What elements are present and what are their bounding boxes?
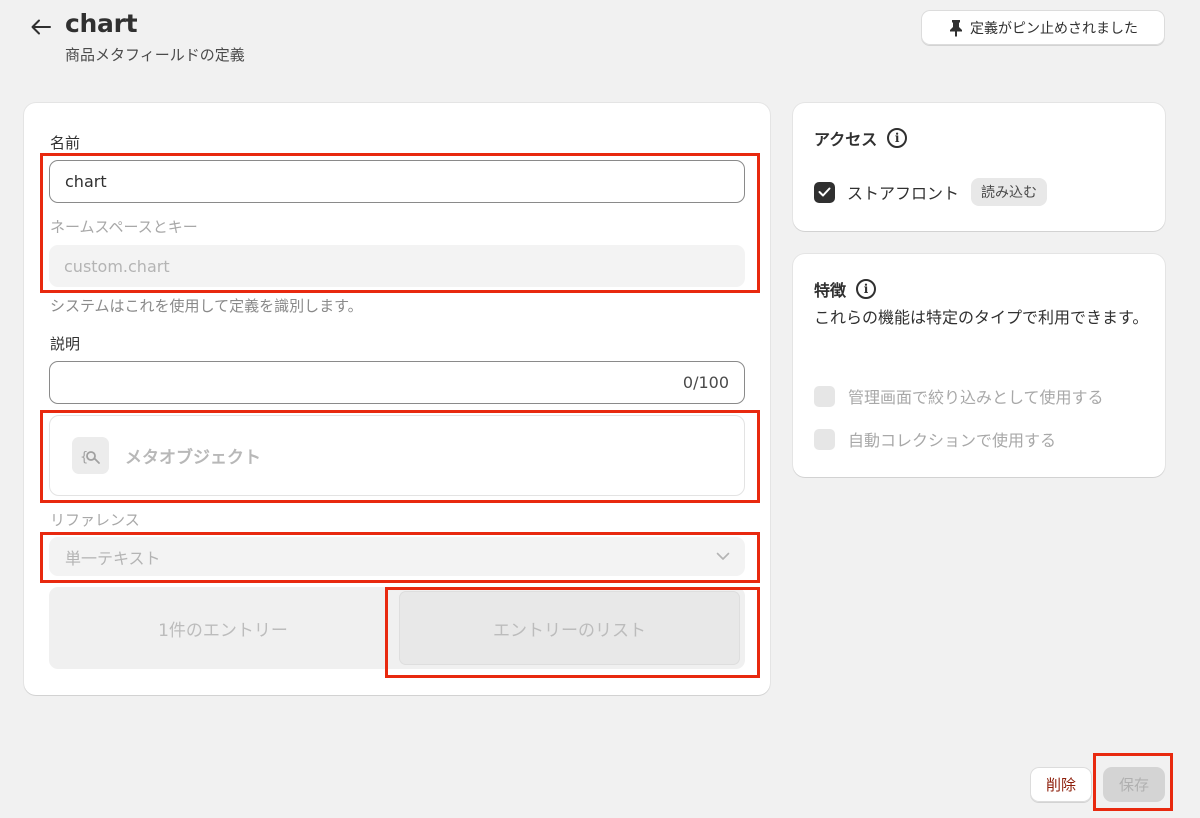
collection-checkbox bbox=[814, 428, 835, 450]
page-subtitle: 商品メタフィールドの定義 bbox=[65, 46, 245, 64]
description-input[interactable]: 0/100 bbox=[49, 361, 745, 404]
filter-option-label: 管理画面で絞り込みとして使用する bbox=[848, 388, 1104, 407]
highlight-name-section bbox=[40, 153, 760, 293]
storefront-label: ストアフロント bbox=[847, 184, 960, 203]
feature-option-collection: 自動コレクションで使用する bbox=[814, 427, 1056, 451]
description-counter: 0/100 bbox=[682, 373, 729, 392]
storefront-checkbox[interactable] bbox=[814, 181, 835, 203]
collection-option-label: 自動コレクションで使用する bbox=[848, 431, 1057, 450]
pin-icon bbox=[950, 19, 962, 36]
access-heading: アクセス i bbox=[814, 126, 908, 150]
highlight-entry-list bbox=[385, 587, 760, 678]
back-button[interactable] bbox=[28, 14, 54, 40]
description-label: 説明 bbox=[50, 335, 81, 353]
reference-label: リファレンス bbox=[50, 511, 140, 529]
checkmark-icon bbox=[818, 187, 831, 197]
info-icon[interactable]: i bbox=[856, 279, 877, 299]
page-title: chart bbox=[65, 9, 138, 38]
highlight-metaobject bbox=[40, 410, 760, 503]
features-title: 特徴 bbox=[814, 281, 847, 300]
storefront-option: ストアフロント 読み込む bbox=[814, 178, 1048, 206]
features-heading: 特徴 i bbox=[814, 277, 877, 301]
access-card bbox=[793, 103, 1165, 231]
toggle-single-entry[interactable]: 1件のエントリー bbox=[49, 587, 397, 669]
access-title: アクセス bbox=[814, 130, 878, 149]
features-description: これらの機能は特定のタイプで利用できます。 bbox=[814, 308, 1149, 327]
info-icon[interactable]: i bbox=[887, 128, 908, 148]
pin-button[interactable]: 定義がピン止めされました bbox=[921, 10, 1165, 45]
filter-checkbox bbox=[814, 385, 835, 407]
pin-button-label: 定義がピン止めされました bbox=[970, 20, 1138, 37]
feature-option-filter: 管理画面で絞り込みとして使用する bbox=[814, 384, 1104, 408]
namespace-hint: システムはこれを使用して定義を識別します。 bbox=[50, 297, 363, 315]
storefront-badge: 読み込む bbox=[971, 178, 1048, 206]
name-label: 名前 bbox=[50, 134, 81, 152]
arrow-left-icon bbox=[31, 19, 51, 35]
delete-button[interactable]: 削除 bbox=[1030, 767, 1092, 802]
highlight-type-select bbox=[40, 532, 760, 583]
highlight-save-button bbox=[1093, 753, 1173, 811]
